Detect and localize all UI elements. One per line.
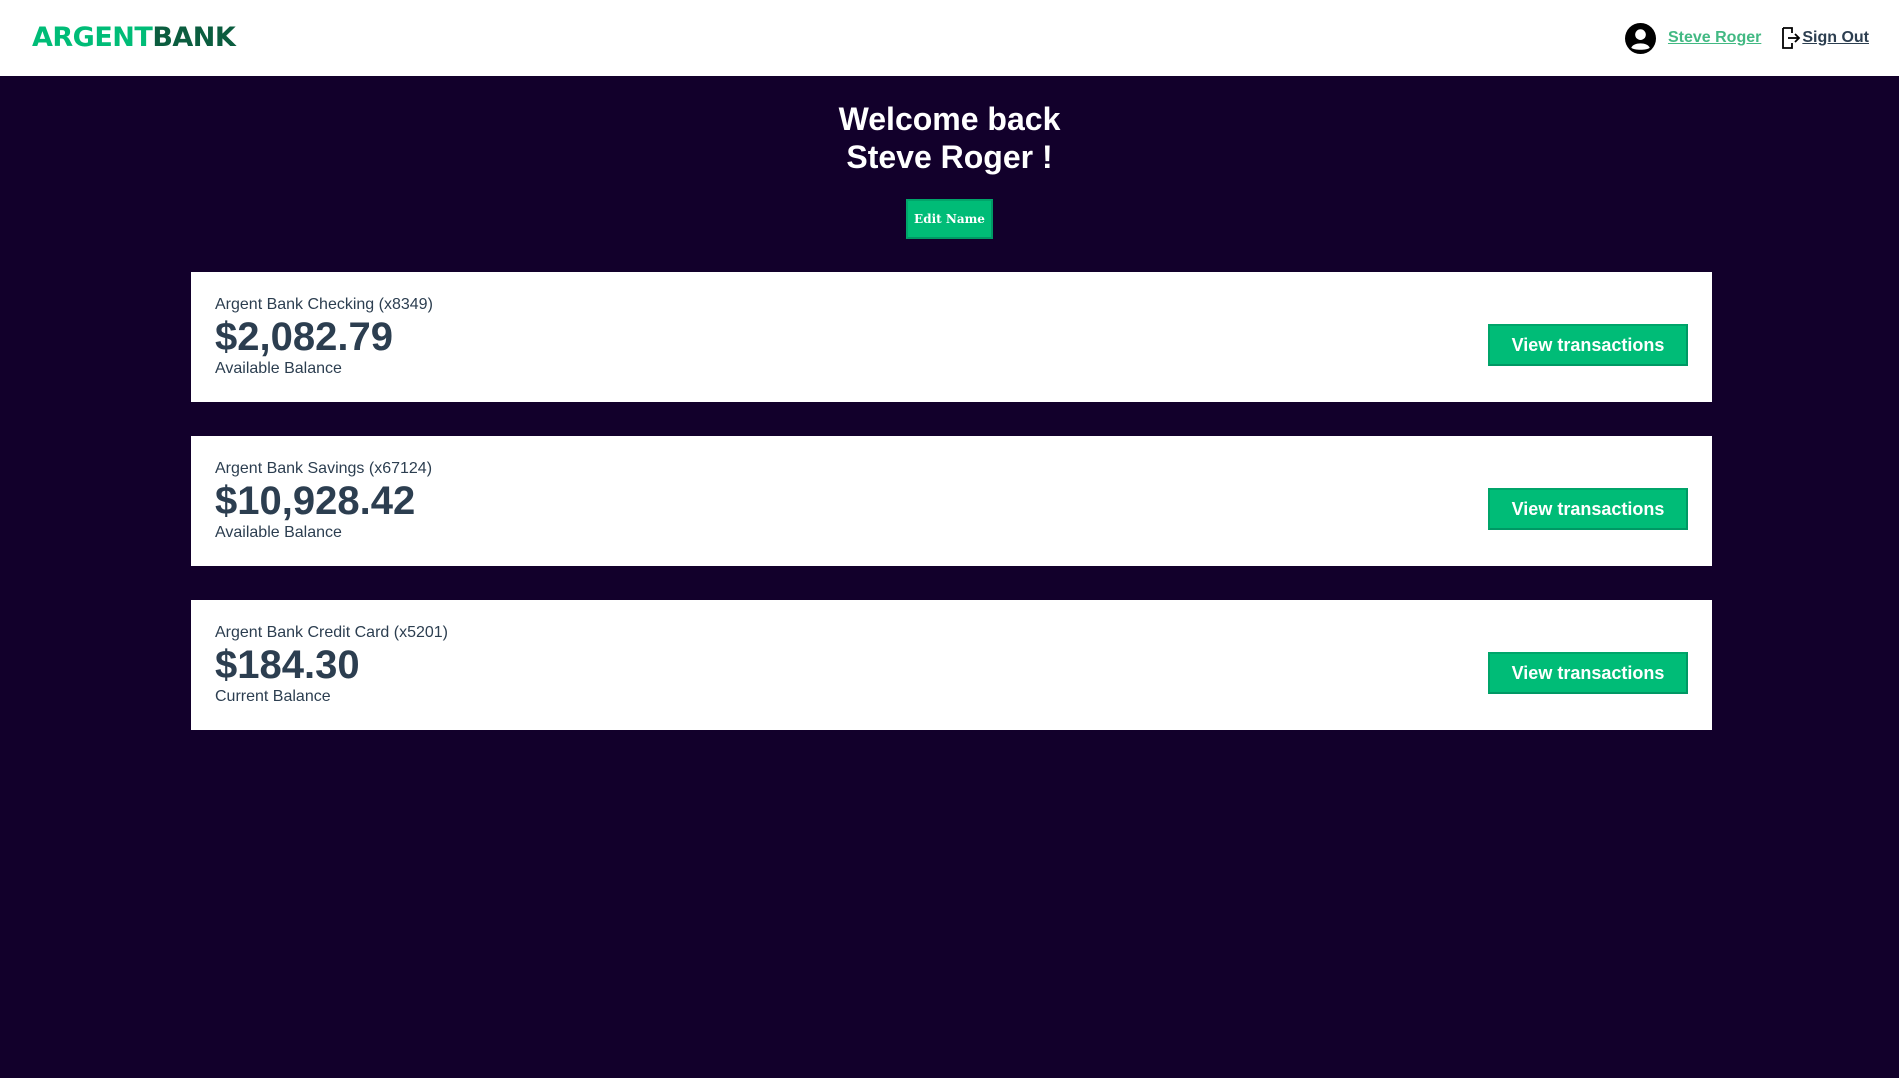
user-circle-icon[interactable] <box>1624 22 1656 54</box>
sign-out-link[interactable]: Sign Out <box>1781 27 1869 49</box>
nav-user-area: Steve Roger Sign Out <box>1624 20 1869 56</box>
view-transactions-button[interactable]: View transactions <box>1488 488 1688 530</box>
account-amount-description: Available Balance <box>215 360 342 377</box>
sign-out-label: Sign Out <box>1802 29 1869 46</box>
logo-text-bank: BANK <box>152 22 236 53</box>
account-amount: $2,082.79 <box>215 315 393 359</box>
account-amount: $184.30 <box>215 643 360 687</box>
account-card-credit: Argent Bank Credit Card (x5201) $184.30 … <box>191 600 1712 730</box>
account-title: Argent Bank Credit Card (x5201) <box>215 624 448 641</box>
account-amount-description: Available Balance <box>215 524 342 541</box>
account-amount: $10,928.42 <box>215 479 416 523</box>
account-card-checking: Argent Bank Checking (x8349) $2,082.79 A… <box>191 272 1712 402</box>
welcome-title: Welcome back Steve Roger ! <box>0 100 1899 176</box>
account-title: Argent Bank Savings (x67124) <box>215 460 433 477</box>
top-navigation: ARGENTBANK Steve Roger Sign Out <box>0 0 1899 76</box>
account-amount-description: Current Balance <box>215 688 331 705</box>
logo-text-argent: ARGENT <box>32 22 153 53</box>
view-transactions-button[interactable]: View transactions <box>1488 324 1688 366</box>
welcome-line: Welcome back <box>838 101 1061 137</box>
account-card-savings: Argent Bank Savings (x67124) $10,928.42 … <box>191 436 1712 566</box>
welcome-header: Welcome back Steve Roger ! Edit Name <box>0 100 1899 239</box>
profile-link[interactable]: Steve Roger <box>1668 29 1761 47</box>
user-name-heading: Steve Roger ! <box>846 139 1053 175</box>
view-transactions-button[interactable]: View transactions <box>1488 652 1688 694</box>
account-title: Argent Bank Checking (x8349) <box>215 296 433 313</box>
edit-name-button[interactable]: Edit Name <box>906 199 993 239</box>
argent-bank-logo[interactable]: ARGENTBANK <box>32 22 236 54</box>
sign-out-icon <box>1782 27 1801 49</box>
